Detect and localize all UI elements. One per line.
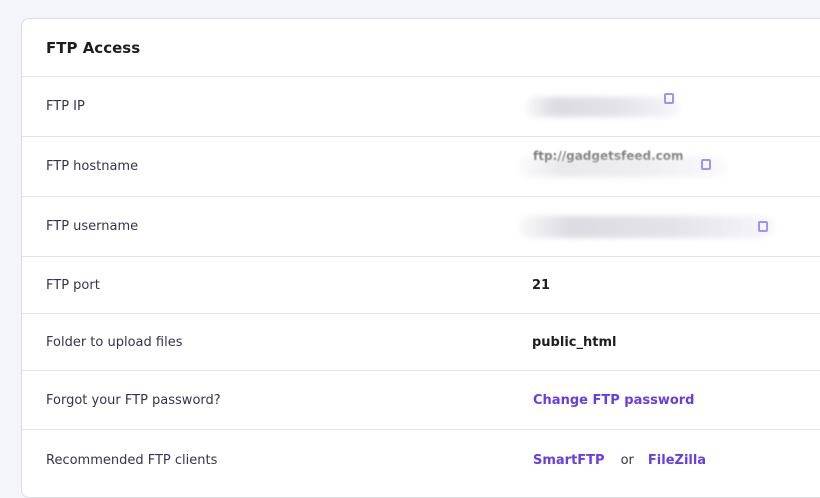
ftp-port-value: 21 xyxy=(532,277,551,293)
card-title: FTP Access xyxy=(46,38,141,57)
filezilla-link[interactable]: FileZilla xyxy=(648,453,706,468)
change-ftp-password-link[interactable]: Change FTP password xyxy=(533,393,694,408)
row-ftp-hostname: FTP hostname ftp://gadgetsfeed.com xyxy=(22,137,820,197)
row-upload-folder: Folder to upload files public_html xyxy=(22,314,820,371)
ftp-username-redacted xyxy=(519,215,774,238)
copy-icon[interactable] xyxy=(758,220,768,232)
ftp-ip-redacted xyxy=(525,96,680,117)
row-ftp-username: FTP username xyxy=(22,197,820,257)
ftp-username-value xyxy=(519,215,774,238)
upload-folder-value: public_html xyxy=(532,334,617,350)
ftp-access-card: FTP Access FTP IP FTP hostname ftp://gad… xyxy=(21,18,820,498)
copy-icon[interactable] xyxy=(701,158,711,170)
row-recommended-clients: Recommended FTP clients SmartFTP or File… xyxy=(22,430,820,490)
ftp-hostname-redacted xyxy=(517,156,727,177)
recommended-clients-label: Recommended FTP clients xyxy=(46,452,218,468)
ftp-port-label: FTP port xyxy=(46,277,100,293)
recommended-clients-value: SmartFTP or FileZilla xyxy=(533,453,706,468)
or-separator: or xyxy=(620,452,634,468)
smartftp-link[interactable]: SmartFTP xyxy=(533,453,605,468)
ftp-username-label: FTP username xyxy=(46,219,139,234)
upload-folder-label: Folder to upload files xyxy=(46,334,183,350)
row-forgot-password: Forgot your FTP password? Change FTP pas… xyxy=(22,371,820,430)
ftp-ip-value xyxy=(525,92,680,117)
card-header: FTP Access xyxy=(22,19,820,77)
row-ftp-ip: FTP IP xyxy=(22,77,820,137)
ftp-hostname-label: FTP hostname xyxy=(46,159,139,174)
forgot-password-label: Forgot your FTP password? xyxy=(46,392,221,408)
ftp-hostname-value: ftp://gadgetsfeed.com xyxy=(517,149,727,177)
row-ftp-port: FTP port 21 xyxy=(22,257,820,314)
copy-icon[interactable] xyxy=(664,92,674,104)
ftp-ip-label: FTP IP xyxy=(46,99,85,114)
